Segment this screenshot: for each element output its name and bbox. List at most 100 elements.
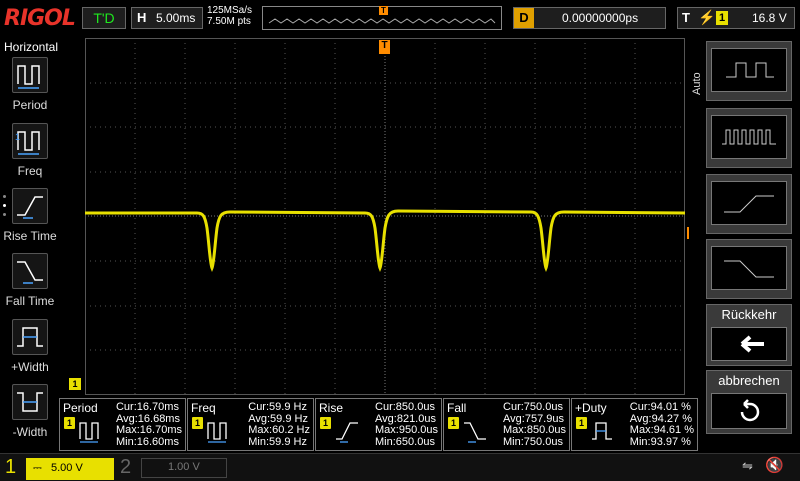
trigger-box[interactable]: T ⚡ 1 16.8 V (677, 7, 795, 29)
measurement-period[interactable]: Period 1 Cur:16.70ms Avg:16.68ms Max:16.… (59, 398, 186, 451)
measurement-min: Min:650.0us (375, 435, 435, 448)
measurement-name: Freq (191, 401, 216, 415)
ch2-scale: 1.00 V (168, 461, 200, 473)
undo-icon (711, 393, 787, 429)
acquisition-info: 125MSa/s 7.50M pts (207, 5, 252, 27)
rising-edge-icon (711, 181, 787, 225)
measurement-cur: Cur:94.01 % (629, 401, 691, 413)
ch1-waveform (85, 209, 685, 273)
softkey-waveform-3[interactable] (706, 174, 792, 234)
top-status-bar: RIGOL T'D H 5.00ms 125MSa/s 7.50M pts T … (0, 0, 800, 36)
measurement-min: Min:750.0us (503, 435, 563, 448)
measurement-name: Fall (447, 401, 467, 415)
measurement-duty[interactable]: +Duty 1 Cur:94.01 % Avg:94.27 % Max:94.6… (571, 398, 698, 451)
measurement-channel: 1 (576, 417, 587, 429)
menu-page-dots (3, 195, 6, 216)
measurement-name: Rise (319, 401, 344, 415)
cancel-label: abbrechen (718, 373, 780, 388)
rise-time-icon (12, 188, 48, 224)
usb-icon: ⇋ (742, 458, 753, 473)
measurement-cur: Cur:16.70ms (115, 401, 179, 413)
waveform-display[interactable] (85, 38, 685, 395)
measurement-channel: 1 (448, 417, 459, 429)
horizontal-menu: Horizontal Period 1 Freq Rise Time Fall … (0, 37, 60, 451)
speaker-muted-icon[interactable]: 🔇 (765, 456, 784, 474)
measurement-channel: 1 (320, 417, 331, 429)
measurement-channel: 1 (192, 417, 203, 429)
measurement-cur: Cur:850.0us (375, 401, 435, 413)
softkey-waveform-4[interactable] (706, 239, 792, 299)
auto-label: Auto (691, 72, 703, 95)
timebase-value: 5.00ms (156, 11, 196, 25)
sample-rate: 125MSa/s (207, 5, 253, 16)
menu-item-label: Period (12, 98, 48, 112)
softkey-waveform-2[interactable] (706, 108, 792, 168)
measurement-max: Max:850.0us (503, 424, 566, 436)
ch1-scale: 5.00 V (51, 462, 83, 474)
menu-item-label: -Width (12, 425, 48, 439)
right-soft-menu: Auto Rückkehr abbrechen (689, 37, 800, 451)
measurement-name: +Duty (575, 401, 607, 415)
measurement-min: Min:93.97 % (629, 435, 691, 448)
menu-item-label: Rise Time (3, 229, 57, 243)
dc-coupling-icon: ⎓ (33, 462, 42, 474)
pulse-train-icon (711, 115, 787, 159)
measurement-freq[interactable]: Freq 1 Cur:59.9 Hz Avg:59.9 Hz Max:60.2 … (187, 398, 314, 451)
period-measure-icon (79, 422, 99, 443)
ch2-scale-box[interactable]: 1.00 V (141, 458, 227, 478)
fall-time-icon (464, 422, 486, 443)
memory-depth: 7.50M pts (207, 16, 251, 27)
softkey-waveform-1[interactable] (706, 41, 792, 101)
delay-key: D (514, 8, 534, 28)
measurement-rise[interactable]: Rise 1 Cur:850.0us Avg:821.0us Max:950.0… (315, 398, 442, 451)
falling-edge-icon: ⚡ (698, 9, 716, 25)
menu-item-label: Fall Time (5, 294, 55, 308)
delay-value: 0.00000000ps (562, 11, 639, 25)
measurement-channel: 1 (64, 417, 75, 429)
trigger-level: 16.8 V (752, 11, 787, 25)
cancel-button[interactable]: abbrechen (706, 370, 792, 434)
back-button[interactable]: Rückkehr (706, 304, 792, 366)
left-arrow-icon (711, 327, 787, 361)
back-label: Rückkehr (721, 307, 777, 322)
measurement-min: Min:16.60ms (115, 435, 179, 448)
rigol-logo: RIGOL (4, 6, 76, 31)
ch1-number[interactable]: 1 (5, 456, 16, 479)
frequency-measure-icon (207, 422, 227, 443)
measurement-max: Max:950.0us (375, 424, 438, 436)
negative-width-icon (12, 384, 48, 420)
duty-cycle-icon (592, 422, 612, 440)
measurement-fall[interactable]: Fall 1 Cur:750.0us Avg:757.9us Max:850.0… (443, 398, 570, 451)
falling-edge-icon (711, 246, 787, 290)
measurement-max: Max:16.70ms (115, 424, 182, 436)
measurement-name: Period (63, 401, 98, 415)
ch1-scale-box[interactable]: ⎓ 5.00 V (26, 458, 114, 480)
timebase-box[interactable]: H 5.00ms (131, 7, 203, 29)
fall-time-icon (12, 253, 48, 289)
rise-time-icon (336, 422, 358, 443)
trigger-key: T (682, 10, 690, 25)
square-wave-icon (711, 48, 787, 92)
menu-title: Horizontal (4, 40, 59, 54)
measurement-max: Max:94.61 % (629, 424, 694, 436)
channel-bar: 1 ⎓ 5.00 V 2 1.00 V ⇋ 🔇 (0, 453, 800, 481)
menu-item-label: +Width (11, 360, 49, 374)
memory-overview[interactable]: T (262, 6, 502, 30)
measurement-min: Min:59.9 Hz (248, 435, 307, 448)
memory-trigger-marker: T (379, 6, 388, 15)
ch2-number[interactable]: 2 (120, 456, 131, 479)
frequency-measure-icon: 1 (12, 123, 48, 159)
delay-box[interactable]: D 0.00000000ps (513, 7, 666, 29)
menu-item-label: Freq (17, 164, 43, 178)
measurement-cur: Cur:750.0us (503, 401, 563, 413)
positive-width-icon (12, 319, 48, 355)
measurement-panel: Period 1 Cur:16.70ms Avg:16.68ms Max:16.… (59, 398, 700, 451)
horizontal-key: H (137, 10, 147, 25)
ch1-ground-marker[interactable]: 1 (69, 378, 81, 390)
period-measure-icon (12, 57, 48, 93)
trigger-status[interactable]: T'D (82, 7, 126, 29)
measurement-cur: Cur:59.9 Hz (248, 401, 307, 413)
svg-text:1: 1 (15, 132, 20, 142)
trigger-position-marker[interactable]: T (379, 40, 390, 54)
measurement-max: Max:60.2 Hz (248, 424, 310, 436)
